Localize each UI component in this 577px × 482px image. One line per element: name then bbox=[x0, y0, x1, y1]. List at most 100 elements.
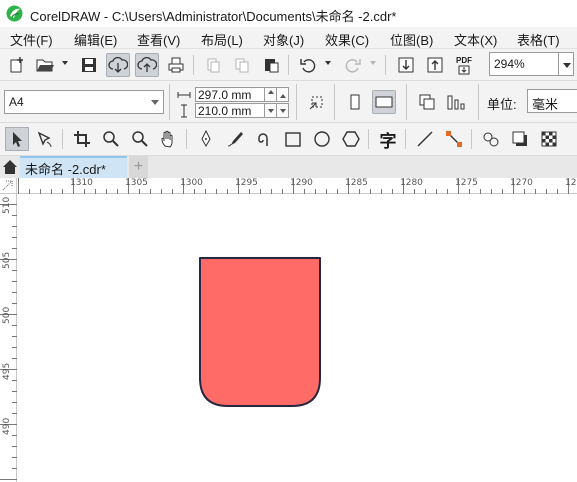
spin-down-icon bbox=[268, 109, 274, 113]
ruler-label: 12 bbox=[565, 178, 577, 188]
toolbar-separator bbox=[406, 84, 407, 120]
pick-tool-icon[interactable] bbox=[5, 127, 29, 151]
ruler-label: 1295 bbox=[235, 178, 258, 188]
rectangle-tool-icon[interactable] bbox=[281, 127, 305, 151]
artistic-media-icon[interactable] bbox=[223, 127, 247, 151]
connector-tool-icon[interactable] bbox=[413, 127, 437, 151]
ruler-label: 1290 bbox=[290, 178, 313, 188]
export-icon[interactable] bbox=[423, 53, 447, 77]
redo-icon[interactable] bbox=[341, 53, 365, 77]
dimension-tool-icon[interactable] bbox=[442, 127, 466, 151]
current-page-icon[interactable] bbox=[444, 90, 468, 114]
blend-tool-icon[interactable] bbox=[479, 127, 503, 151]
zoom-tool-icon-2[interactable] bbox=[128, 127, 152, 151]
open-folder-icon[interactable] bbox=[33, 53, 57, 77]
height-spinner-down[interactable] bbox=[277, 103, 289, 118]
redo-dropdown-icon[interactable] bbox=[370, 61, 376, 65]
menu-view[interactable]: 查看(V) bbox=[137, 30, 180, 49]
pen-tool-icon[interactable] bbox=[194, 127, 218, 151]
zoom-level-value: 294% bbox=[494, 57, 525, 71]
zoom-tool-icon[interactable] bbox=[99, 127, 123, 151]
document-tab-label: 未命名 -2.cdr* bbox=[25, 162, 106, 177]
spin-down-icon bbox=[280, 109, 286, 113]
save-icon[interactable] bbox=[77, 53, 101, 77]
cloud-download-icon[interactable] bbox=[106, 53, 130, 77]
unit-value: 毫米 bbox=[532, 97, 559, 112]
toolbar-separator bbox=[368, 129, 369, 149]
import-icon[interactable] bbox=[394, 53, 418, 77]
vertical-ruler-ticks bbox=[0, 204, 17, 480]
menu-effects[interactable]: 效果(C) bbox=[325, 30, 369, 49]
height-spinner[interactable] bbox=[265, 103, 277, 118]
home-icon[interactable] bbox=[2, 159, 18, 175]
toolbar-separator bbox=[385, 55, 386, 75]
landscape-orientation-icon[interactable] bbox=[372, 90, 396, 114]
toolbar-separator bbox=[296, 84, 297, 120]
ruler-label: 495 bbox=[2, 362, 12, 380]
open-dropdown-icon[interactable] bbox=[62, 61, 68, 65]
menu-table[interactable]: 表格(T) bbox=[517, 30, 560, 49]
toolbar-separator bbox=[471, 129, 472, 149]
text-tool-icon[interactable]: 字 bbox=[376, 127, 400, 151]
rounded-bottom-rectangle-shape[interactable] bbox=[199, 257, 321, 407]
new-document-icon[interactable] bbox=[5, 53, 29, 77]
window-title: CorelDRAW - C:\Users\Administrator\Docum… bbox=[30, 9, 397, 24]
page-width-icon bbox=[177, 92, 191, 98]
ruler-origin[interactable] bbox=[0, 178, 17, 194]
menu-object[interactable]: 对象(J) bbox=[263, 30, 304, 49]
polygon-tool-icon[interactable] bbox=[339, 127, 363, 151]
page-height-icon bbox=[181, 104, 187, 118]
horizontal-ruler[interactable]: 1310 1305 1300 1295 1290 1285 1280 1275 … bbox=[17, 178, 577, 194]
chevron-down-icon bbox=[563, 63, 571, 68]
coreldraw-logo-icon bbox=[6, 5, 23, 22]
width-spinner[interactable] bbox=[265, 87, 277, 102]
ellipse-tool-icon[interactable] bbox=[310, 127, 334, 151]
drawing-canvas[interactable] bbox=[18, 195, 577, 482]
publish-pdf-icon[interactable]: PDF bbox=[452, 53, 476, 77]
toolbar-separator bbox=[478, 84, 479, 120]
drop-shadow-icon[interactable] bbox=[508, 127, 532, 151]
page-height-value: 210.0 mm bbox=[198, 104, 252, 118]
ruler-label: 510 bbox=[2, 196, 12, 214]
ruler-label: 500 bbox=[2, 306, 12, 324]
menu-file[interactable]: 文件(F) bbox=[10, 30, 53, 49]
undo-dropdown-icon[interactable] bbox=[325, 61, 331, 65]
menu-edit[interactable]: 编辑(E) bbox=[74, 30, 117, 49]
shape-tool-icon[interactable] bbox=[33, 127, 57, 151]
copy-icon[interactable] bbox=[230, 53, 254, 77]
spiral-icon[interactable] bbox=[252, 127, 276, 151]
all-pages-icon[interactable] bbox=[415, 90, 439, 114]
ruler-label: 1270 bbox=[510, 178, 533, 188]
page-size-value: A4 bbox=[9, 95, 24, 109]
fit-page-icon[interactable] bbox=[305, 90, 329, 114]
page-width-value: 297.0 mm bbox=[198, 88, 252, 102]
chevron-down-icon bbox=[151, 100, 159, 105]
toolbar-separator bbox=[169, 84, 170, 120]
page-size-select[interactable] bbox=[4, 90, 164, 114]
ruler-label: 1305 bbox=[125, 178, 148, 188]
toolbar-separator bbox=[193, 55, 194, 75]
zoom-dropdown-button[interactable] bbox=[559, 52, 574, 76]
menu-layout[interactable]: 布局(L) bbox=[201, 30, 243, 49]
vertical-ruler[interactable]: 510 505 500 495 490 bbox=[0, 194, 17, 482]
menu-bar: 文件(F) 编辑(E) 查看(V) 布局(L) 对象(J) 效果(C) 位图(B… bbox=[0, 27, 577, 49]
pdf-label: PDF bbox=[456, 55, 472, 65]
portrait-orientation-icon[interactable] bbox=[343, 90, 367, 114]
transparency-icon[interactable] bbox=[537, 127, 561, 151]
undo-icon[interactable] bbox=[296, 53, 320, 77]
cloud-upload-icon[interactable] bbox=[135, 53, 159, 77]
toolbox: 字 bbox=[0, 123, 577, 277]
pan-tool-icon[interactable] bbox=[157, 127, 181, 151]
ruler-label: 1275 bbox=[455, 178, 478, 188]
menu-bitmaps[interactable]: 位图(B) bbox=[390, 30, 433, 49]
width-spinner-down[interactable] bbox=[277, 87, 289, 102]
cut-icon[interactable] bbox=[201, 53, 225, 77]
menu-text[interactable]: 文本(X) bbox=[454, 30, 497, 49]
add-tab-button[interactable]: + bbox=[129, 156, 148, 178]
paste-icon[interactable] bbox=[259, 53, 283, 77]
canvas-svg bbox=[199, 257, 321, 407]
toolbar-separator bbox=[334, 84, 335, 120]
ruler-label: 1285 bbox=[345, 178, 368, 188]
crop-tool-icon[interactable] bbox=[70, 127, 94, 151]
print-icon[interactable] bbox=[164, 53, 188, 77]
